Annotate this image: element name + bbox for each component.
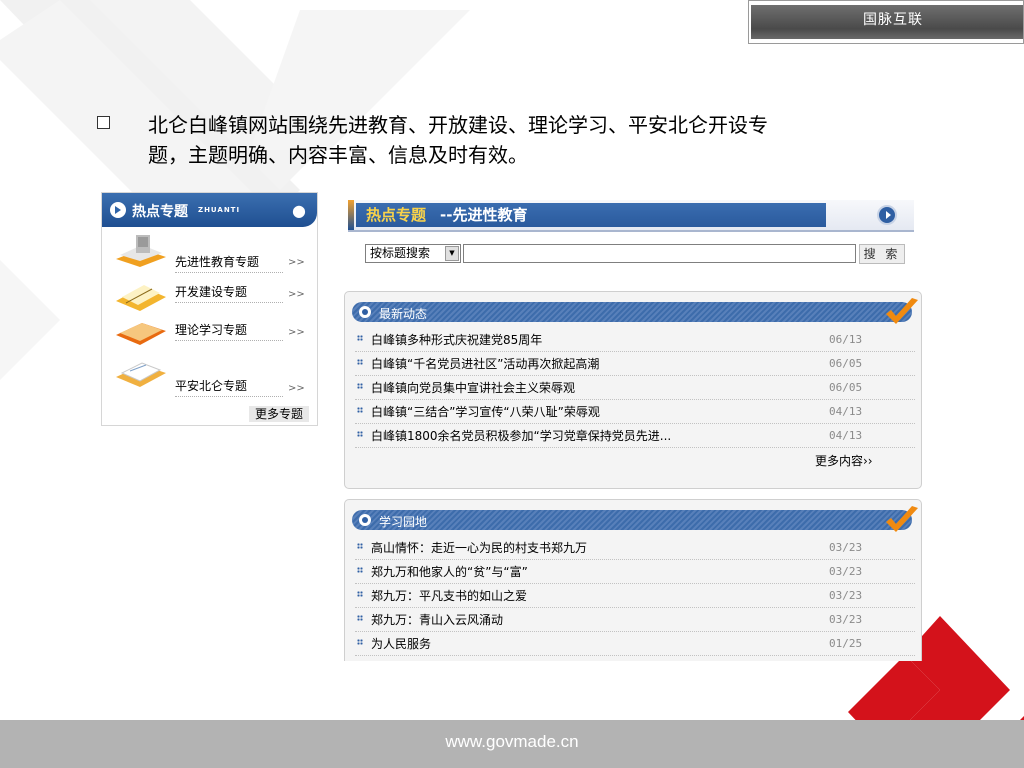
search-type-select[interactable]: 按标题搜索 ▼ bbox=[365, 244, 461, 263]
study-date: 03/23 bbox=[829, 613, 863, 626]
topic-label: 平安北仑专题 bbox=[175, 377, 283, 397]
news-title[interactable]: 白峰镇向党员集中宣讲社会主义荣辱观 bbox=[371, 376, 575, 400]
study-title[interactable]: 高山情怀：走近一心为民的村支书郑九万 bbox=[371, 536, 587, 560]
bullet-square-icon bbox=[97, 116, 110, 129]
intro-text: 北仑白峰镇网站围绕先进教育、开放建设、理论学习、平安北仑开设专题，主题明确、内容… bbox=[148, 113, 768, 167]
list-item[interactable]: 白峰镇“三结合”学习宣传“八荣八耻”荣辱观 04/13 bbox=[355, 400, 915, 424]
news-date: 04/13 bbox=[829, 429, 863, 442]
more-content-link[interactable]: 更多内容›› bbox=[815, 452, 873, 469]
topic-item-safety[interactable]: 平安北仑专题 >> bbox=[102, 355, 317, 397]
play-circle-icon[interactable] bbox=[877, 205, 897, 225]
title-background bbox=[356, 203, 826, 227]
dotted-square-icon bbox=[357, 591, 363, 597]
checkmark-icon bbox=[886, 298, 918, 324]
list-item[interactable]: 高山情怀：走近一心为民的村支书郑九万 03/23 bbox=[355, 536, 915, 560]
search-button[interactable]: 搜 索 bbox=[859, 244, 905, 264]
checkmark-icon bbox=[886, 506, 918, 532]
news-title[interactable]: 白峰镇“千名党员进社区”活动再次掀起高潮 bbox=[371, 352, 599, 376]
list-item[interactable]: 白峰镇“千名党员进社区”活动再次掀起高潮 06/05 bbox=[355, 352, 915, 376]
dotted-square-icon bbox=[357, 335, 363, 341]
list-item[interactable]: 为人民服务 01/25 bbox=[355, 632, 915, 656]
study-date: 03/23 bbox=[829, 589, 863, 602]
hot-topics-panel: 热点专题 ZHUANTI ● 先进性教育专题 >> 开发建设专题 >> 理论学习… bbox=[101, 192, 318, 426]
study-title[interactable]: 郑九万：平凡支书的如山之爱 bbox=[371, 584, 527, 608]
circle-bullet-icon bbox=[359, 514, 371, 526]
open-book-icon bbox=[116, 323, 166, 345]
study-garden-box: 学习园地 高山情怀：走近一心为民的村支书郑九万 03/23 郑九万和他家人的“贫”… bbox=[344, 499, 922, 661]
double-arrow-icon: >> bbox=[288, 327, 305, 338]
search-input[interactable] bbox=[463, 244, 856, 263]
news-title[interactable]: 白峰镇多种形式庆祝建党85周年 bbox=[371, 328, 542, 352]
topic-label: 先进性教育专题 bbox=[175, 253, 283, 273]
topic-item-theory[interactable]: 理论学习专题 >> bbox=[102, 315, 317, 351]
list-item[interactable]: 白峰镇1800余名党员积极参加“学习党章保持党员先进... 04/13 bbox=[355, 424, 915, 448]
hot-topics-subtitle: ZHUANTI bbox=[198, 206, 241, 214]
circle-bullet-icon bbox=[359, 306, 371, 318]
book-stack-icon bbox=[116, 235, 166, 267]
hot-topics-header: 热点专题 ZHUANTI ● bbox=[102, 193, 317, 227]
news-date: 04/13 bbox=[829, 405, 863, 418]
topic-label: 理论学习专题 bbox=[175, 321, 283, 341]
double-arrow-icon: >> bbox=[288, 383, 305, 394]
arrow-circle-icon bbox=[110, 202, 126, 218]
dotted-square-icon bbox=[357, 407, 363, 413]
dotted-square-icon bbox=[357, 383, 363, 389]
latest-news-box: 最新动态 白峰镇多种形式庆祝建党85周年 06/13 白峰镇“千名党员进社区”活动… bbox=[344, 291, 922, 489]
brand-name: 国脉互联 bbox=[863, 12, 923, 28]
portal-title-tail: --先进性教育 bbox=[440, 206, 528, 224]
dotted-square-icon bbox=[357, 359, 363, 365]
dotted-square-icon bbox=[357, 567, 363, 573]
list-item[interactable]: 白峰镇向党员集中宣讲社会主义荣辱观 06/05 bbox=[355, 376, 915, 400]
list-item[interactable]: 郑九万：平凡支书的如山之爱 03/23 bbox=[355, 584, 915, 608]
news-date: 06/13 bbox=[829, 333, 863, 346]
study-date: 01/25 bbox=[829, 637, 863, 650]
notebook-icon bbox=[116, 362, 166, 387]
portal-title-highlight: 热点专题 bbox=[366, 206, 427, 224]
topic-item-construction[interactable]: 开发建设专题 >> bbox=[102, 279, 317, 315]
search-type-value: 按标题搜索 bbox=[370, 246, 431, 260]
news-title[interactable]: 白峰镇“三结合”学习宣传“八荣八耻”荣辱观 bbox=[371, 400, 600, 424]
study-garden-title: 学习园地 bbox=[379, 515, 428, 529]
news-date: 06/05 bbox=[829, 381, 863, 394]
latest-news-header: 最新动态 bbox=[352, 298, 918, 324]
dotted-square-icon bbox=[357, 615, 363, 621]
dotted-square-icon bbox=[357, 639, 363, 645]
drops-icon: ● bbox=[292, 201, 306, 220]
dotted-square-icon bbox=[357, 431, 363, 437]
title-accent-bar bbox=[348, 200, 354, 230]
double-arrow-icon: >> bbox=[288, 257, 305, 268]
news-title[interactable]: 白峰镇1800余名党员积极参加“学习党章保持党员先进... bbox=[371, 424, 671, 448]
study-title[interactable]: 为人民服务 bbox=[371, 632, 431, 656]
hot-topics-title: 热点专题 bbox=[132, 204, 188, 220]
portal-title-bar: 热点专题 --先进性教育 bbox=[348, 200, 914, 232]
brand-bar: 国脉互联 bbox=[748, 0, 1024, 44]
news-date: 06/05 bbox=[829, 357, 863, 370]
chevron-down-icon[interactable]: ▼ bbox=[445, 246, 459, 261]
topic-item-education[interactable]: 先进性教育专题 >> bbox=[102, 233, 317, 273]
study-title[interactable]: 郑九万和他家人的“贫”与“富” bbox=[371, 560, 528, 584]
study-title[interactable]: 郑九万：青山入云风涌动 bbox=[371, 608, 503, 632]
list-item[interactable]: 郑九万：青山入云风涌动 03/23 bbox=[355, 608, 915, 632]
list-item[interactable]: 白峰镇多种形式庆祝建党85周年 06/13 bbox=[355, 328, 915, 352]
study-date: 03/23 bbox=[829, 541, 863, 554]
dotted-square-icon bbox=[357, 543, 363, 549]
latest-news-list: 白峰镇多种形式庆祝建党85周年 06/13 白峰镇“千名党员进社区”活动再次掀起高… bbox=[355, 328, 915, 474]
topic-label: 开发建设专题 bbox=[175, 283, 283, 303]
latest-news-title: 最新动态 bbox=[379, 307, 428, 321]
more-row: 更多内容›› bbox=[355, 448, 915, 474]
list-item[interactable]: 郑九万和他家人的“贫”与“富” 03/23 bbox=[355, 560, 915, 584]
study-garden-list: 高山情怀：走近一心为民的村支书郑九万 03/23 郑九万和他家人的“贫”与“富” 0… bbox=[355, 536, 915, 656]
footer-url: www.govmade.cn bbox=[445, 732, 579, 751]
books-icon bbox=[116, 285, 166, 311]
footer-bar: www.govmade.cn bbox=[0, 720, 1024, 768]
double-arrow-icon: >> bbox=[288, 289, 305, 300]
study-date: 03/23 bbox=[829, 565, 863, 578]
study-garden-header: 学习园地 bbox=[352, 506, 918, 532]
more-topics-link[interactable]: 更多专题 bbox=[249, 406, 309, 422]
